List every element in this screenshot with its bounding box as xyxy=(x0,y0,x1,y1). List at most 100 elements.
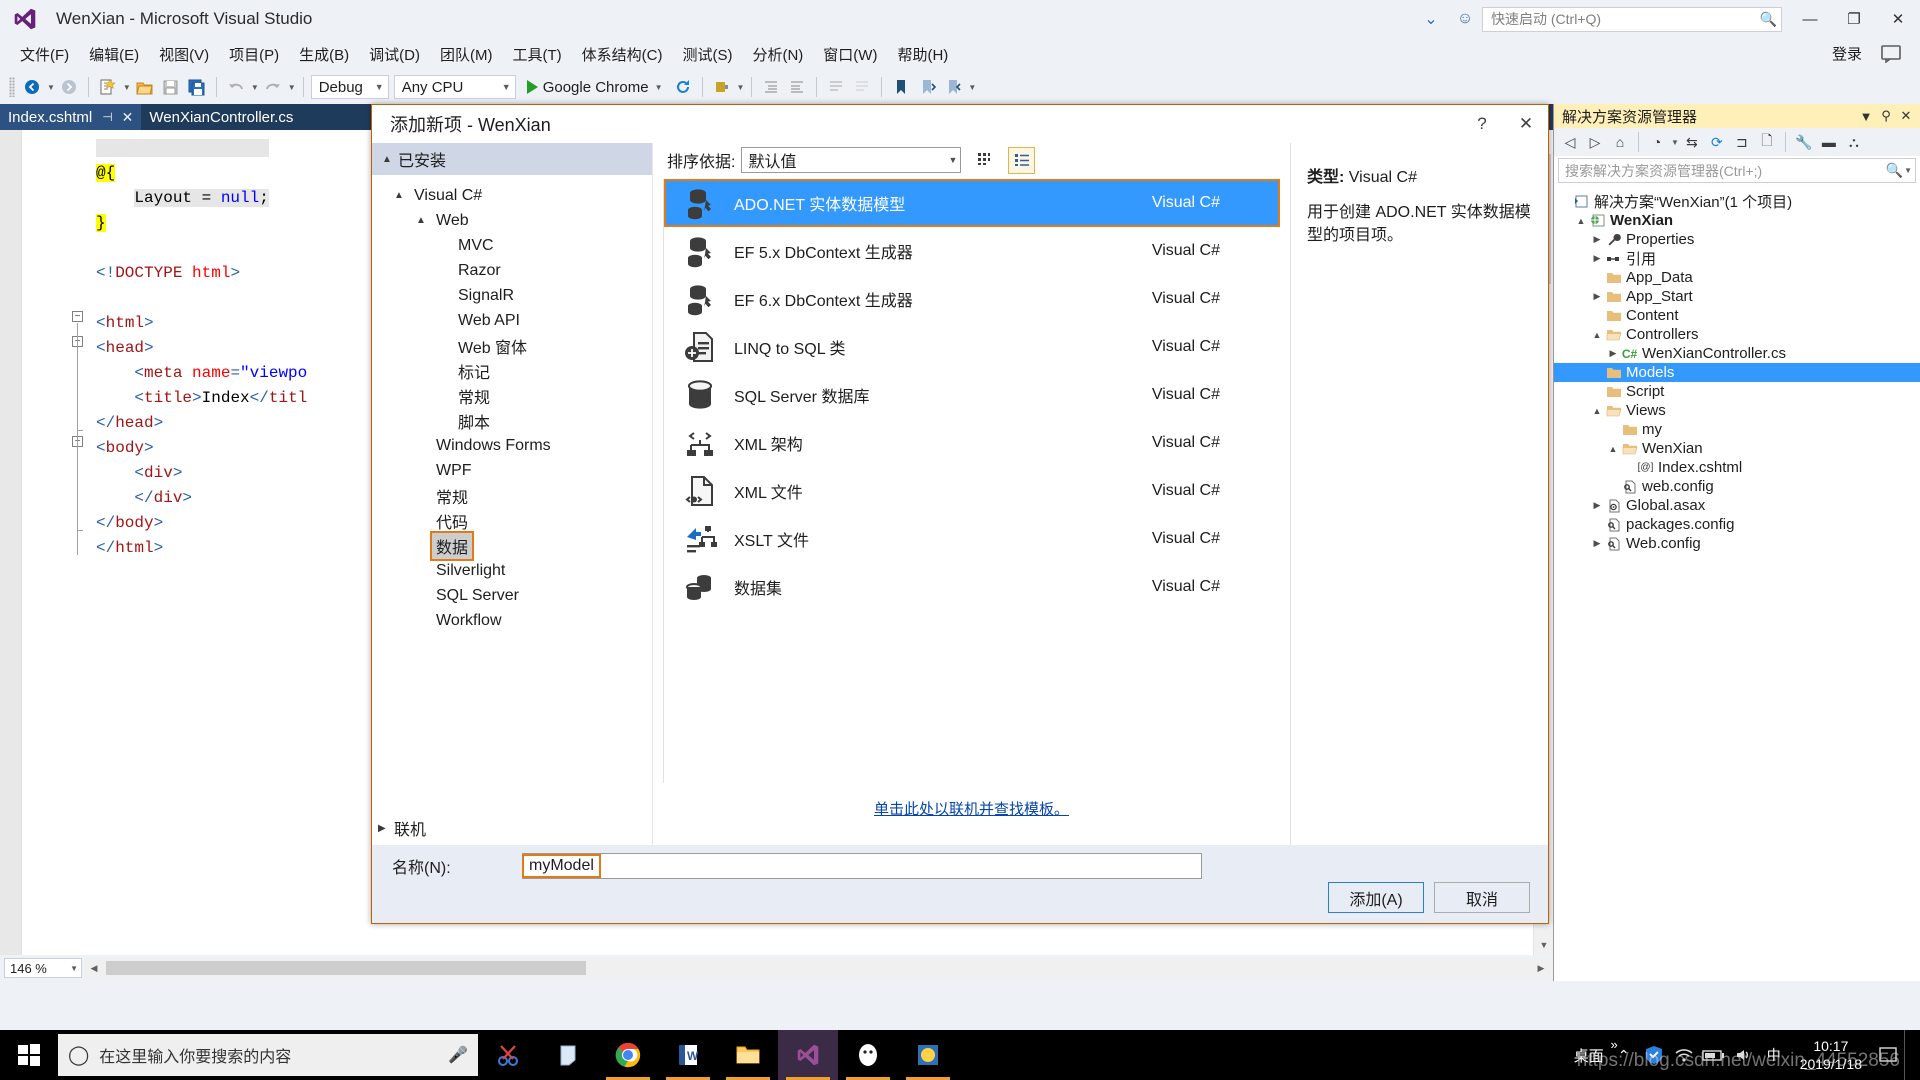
template-list-item[interactable]: XML 文件 Visual C# xyxy=(664,467,1280,515)
solution-tree-item[interactable]: ▲ Views xyxy=(1554,401,1920,420)
item-name-input[interactable]: myModel xyxy=(522,853,1202,879)
minimize-button[interactable]: — xyxy=(1788,0,1832,38)
desktop-label[interactable]: 桌面 » xyxy=(1570,1037,1618,1066)
online-templates-link[interactable]: 单击此处以联机并查找模板。 xyxy=(874,801,1069,818)
attach-dropdown-icon[interactable]: ▼ xyxy=(737,83,745,92)
outlining-margin[interactable]: − − − xyxy=(72,130,94,955)
solution-tree-item[interactable]: App_Data xyxy=(1554,268,1920,287)
panel-dropdown-icon[interactable]: ▼ xyxy=(1856,106,1876,126)
code-text[interactable]: @{ Layout = null; } <!DOCTYPE html> <htm… xyxy=(96,136,307,561)
menu-item-help[interactable]: 帮助(H) xyxy=(887,40,958,69)
scroll-right-icon[interactable]: ▶ xyxy=(1531,958,1551,978)
show-all-files-icon[interactable]: 🗋 xyxy=(1755,131,1779,153)
expander-expand-icon[interactable]: ▶ xyxy=(1590,291,1604,302)
category-tree-item[interactable]: 脚本 xyxy=(372,408,652,433)
category-tree-item[interactable]: Windows Forms xyxy=(372,433,652,458)
search-icon[interactable]: 🔍 xyxy=(1886,162,1903,179)
prev-bookmark-icon[interactable] xyxy=(941,75,965,99)
category-tree-item[interactable]: 标记 xyxy=(372,358,652,383)
solution-explorer-search-input[interactable]: 搜索解决方案资源管理器(Ctrl+;) 🔍 ▼ xyxy=(1558,158,1916,183)
template-list-item[interactable]: ADO.NET 实体数据模型 Visual C# xyxy=(664,179,1280,227)
menu-item-team[interactable]: 团队(M) xyxy=(430,40,503,69)
preview-icon[interactable]: ▬ xyxy=(1817,131,1841,153)
template-list-item[interactable]: SQL Server 数据库 Visual C# xyxy=(664,371,1280,419)
scroll-left-icon[interactable]: ◀ xyxy=(84,958,104,978)
toolbar-overflow-icon[interactable]: ▼ xyxy=(968,83,976,92)
editor-horizontal-scrollbar[interactable]: ◀ ▶ xyxy=(84,958,1551,978)
menu-item-window[interactable]: 窗口(W) xyxy=(813,40,887,69)
menu-item-file[interactable]: 文件(F) xyxy=(10,40,79,69)
solution-tree-item[interactable]: ▶ App_Start xyxy=(1554,287,1920,306)
solution-tree-item[interactable]: ▶ Web.config xyxy=(1554,534,1920,553)
category-tree-item[interactable]: WPF xyxy=(372,458,652,483)
undo-icon[interactable] xyxy=(224,75,248,99)
solution-tree-item[interactable]: web.config xyxy=(1554,477,1920,496)
category-tree-item[interactable]: 代码 xyxy=(372,508,652,533)
scroll-down-icon[interactable]: ▼ xyxy=(1534,935,1554,955)
add-button[interactable]: 添加(A) xyxy=(1328,882,1424,913)
category-tree[interactable]: ▲ Visual C# ▲ Web MVC Razor SignalR Web API Web … xyxy=(372,175,652,633)
volume-icon[interactable] xyxy=(1730,1030,1758,1080)
indent-icon[interactable] xyxy=(759,75,783,99)
sync-icon[interactable]: ⇆ xyxy=(1680,131,1704,153)
taskbar-app-app-icon[interactable] xyxy=(898,1030,958,1080)
solution-configuration-combo[interactable]: Debug ▼ xyxy=(310,75,389,99)
close-button[interactable]: ✕ xyxy=(1876,0,1920,38)
small-icons-view-button[interactable] xyxy=(971,147,998,174)
menu-item-project[interactable]: 项目(P) xyxy=(219,40,289,69)
save-icon[interactable] xyxy=(159,75,183,99)
new-project-dropdown-icon[interactable]: ▼ xyxy=(123,83,131,92)
solution-tree-item[interactable]: ▶ Properties xyxy=(1554,230,1920,249)
pin-icon[interactable]: ⚲ xyxy=(1876,106,1896,126)
security-shield-icon[interactable] xyxy=(1640,1030,1668,1080)
outdent-icon[interactable] xyxy=(785,75,809,99)
category-tree-item[interactable]: SignalR xyxy=(372,283,652,308)
expander-collapse-icon[interactable]: ▲ xyxy=(1606,444,1620,454)
save-all-icon[interactable] xyxy=(185,75,209,99)
refresh-icon[interactable]: ⟳ xyxy=(1705,131,1729,153)
new-project-icon[interactable] xyxy=(96,75,120,99)
collapse-all-icon[interactable]: ⊐ xyxy=(1730,131,1754,153)
open-file-icon[interactable] xyxy=(133,75,157,99)
comment-icon[interactable] xyxy=(824,75,848,99)
wifi-icon[interactable] xyxy=(1670,1030,1698,1080)
feedback-smiley-icon[interactable]: ☺ xyxy=(1448,0,1482,38)
editor-tab-index-cshtml[interactable]: Index.cshtml ⊣ ✕ xyxy=(0,104,142,130)
solution-tree-item[interactable]: Script xyxy=(1554,382,1920,401)
properties-wrench-icon[interactable]: 🔧 xyxy=(1792,131,1816,153)
category-tree-item[interactable]: MVC xyxy=(372,233,652,258)
template-list-item[interactable]: EF 5.x DbContext 生成器 Visual C# xyxy=(664,227,1280,275)
menu-item-analyze[interactable]: 分析(N) xyxy=(742,40,813,69)
solution-tree-item[interactable]: 解决方案“WenXian”(1 个项目) xyxy=(1554,192,1920,211)
expander-expand-icon[interactable]: ▶ xyxy=(1590,500,1604,511)
category-tree-item[interactable]: Razor xyxy=(372,258,652,283)
template-list-item[interactable]: EF 6.x DbContext 生成器 Visual C# xyxy=(664,275,1280,323)
undo-dropdown-icon[interactable]: ▼ xyxy=(251,83,259,92)
start-debugging-button[interactable]: Google Chrome ▼ xyxy=(521,79,669,96)
taskbar-app-snip-tool-icon[interactable] xyxy=(478,1030,538,1080)
chevron-down-icon[interactable]: ▼ xyxy=(1671,138,1679,147)
forward-icon[interactable]: ▷ xyxy=(1583,131,1607,153)
category-tree-item[interactable]: Workflow xyxy=(372,608,652,633)
solution-platform-combo[interactable]: Any CPU ▼ xyxy=(393,75,516,99)
template-list-item[interactable]: XML 架构 Visual C# xyxy=(664,419,1280,467)
online-category-row[interactable]: ▶ 联机 xyxy=(372,811,652,845)
installed-header[interactable]: ▲ 已安装 xyxy=(372,143,652,175)
solution-tree-item[interactable]: Models xyxy=(1554,363,1920,382)
menu-item-architecture[interactable]: 体系结构(C) xyxy=(572,40,673,69)
menu-item-view[interactable]: 视图(V) xyxy=(149,40,219,69)
solution-tree[interactable]: 解决方案“WenXian”(1 个项目) ▲ WenXian ▶ Properties ▶… xyxy=(1554,189,1920,981)
navigate-backward-icon[interactable] xyxy=(20,75,44,99)
navigate-backward-dropdown-icon[interactable]: ▼ xyxy=(47,83,55,92)
category-tree-item[interactable]: Silverlight xyxy=(372,558,652,583)
pending-changes-icon[interactable]: ◔ xyxy=(1645,131,1669,153)
template-list-item[interactable]: 数据集 Visual C# xyxy=(664,563,1280,611)
taskbar-search-input[interactable]: ◯ 在这里输入你要搜索的内容 🎤 xyxy=(58,1034,478,1076)
expander-expand-icon[interactable]: ▶ xyxy=(1590,538,1604,549)
solution-tree-item[interactable]: packages.config xyxy=(1554,515,1920,534)
category-tree-item[interactable]: ▲ Visual C# xyxy=(372,183,652,208)
category-tree-item[interactable]: Web API xyxy=(372,308,652,333)
expander-expand-icon[interactable]: ▶ xyxy=(1590,253,1604,264)
show-desktop-button[interactable] xyxy=(1904,1030,1914,1080)
list-view-button[interactable] xyxy=(1008,146,1036,174)
